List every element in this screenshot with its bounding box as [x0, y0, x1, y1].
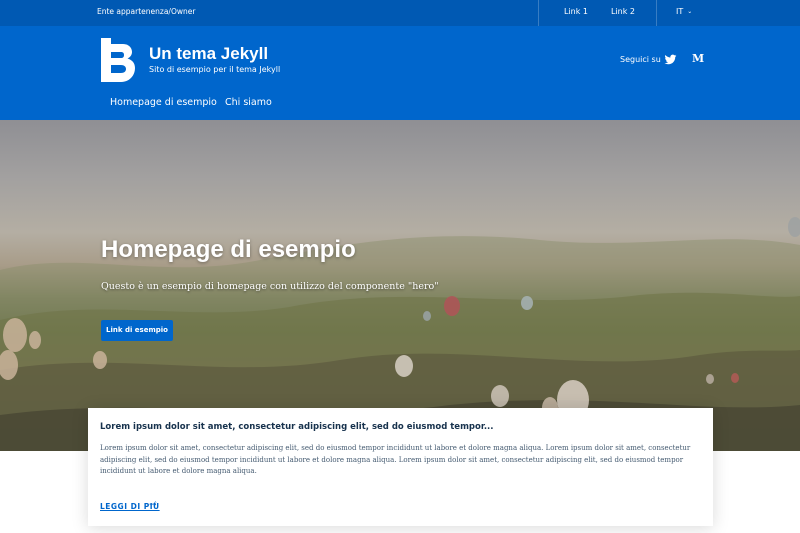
hero-section: Homepage di esempio Questo è un esempio … [0, 120, 800, 451]
hero-title: Homepage di esempio [101, 236, 356, 263]
card-body: Lorem ipsum dolor sit amet, consectetur … [100, 444, 691, 475]
content-card: Lorem ipsum dolor sit amet, consectetur … [88, 408, 713, 526]
hero-text: Questo è un esempio di homepage con util… [101, 281, 439, 292]
hero-link-button[interactable]: Link di esempio [101, 320, 173, 341]
language-label: IT [676, 7, 684, 16]
link-1[interactable]: Link 1 [564, 7, 588, 16]
chevron-down-icon: ⌄ [687, 8, 693, 15]
link-2[interactable]: Link 2 [611, 7, 635, 16]
divider [656, 0, 657, 26]
arrow-right-icon[interactable]: → [149, 500, 157, 510]
medium-icon[interactable]: M [692, 52, 705, 65]
divider [538, 0, 539, 26]
language-selector[interactable]: IT ⌄ [676, 7, 692, 16]
card-title[interactable]: Lorem ipsum dolor sit amet, consectetur … [100, 422, 494, 432]
slim-header: Ente appartenenza/Owner Link 1 Link 2 IT… [0, 0, 800, 26]
owner-link[interactable]: Ente appartenenza/Owner [97, 7, 195, 16]
site-title[interactable]: Un tema Jekyll [149, 44, 268, 64]
site-subtitle: Sito di esempio per il tema Jekyll [149, 65, 281, 74]
nav-item-chi-siamo[interactable]: Chi siamo [225, 97, 272, 108]
nav-item-homepage[interactable]: Homepage di esempio [110, 97, 217, 108]
center-header: Un tema Jekyll Sito di esempio per il te… [0, 26, 800, 120]
twitter-icon[interactable] [664, 53, 677, 66]
brand-logo-icon[interactable] [101, 38, 135, 82]
social-label: Seguici su [620, 55, 661, 64]
